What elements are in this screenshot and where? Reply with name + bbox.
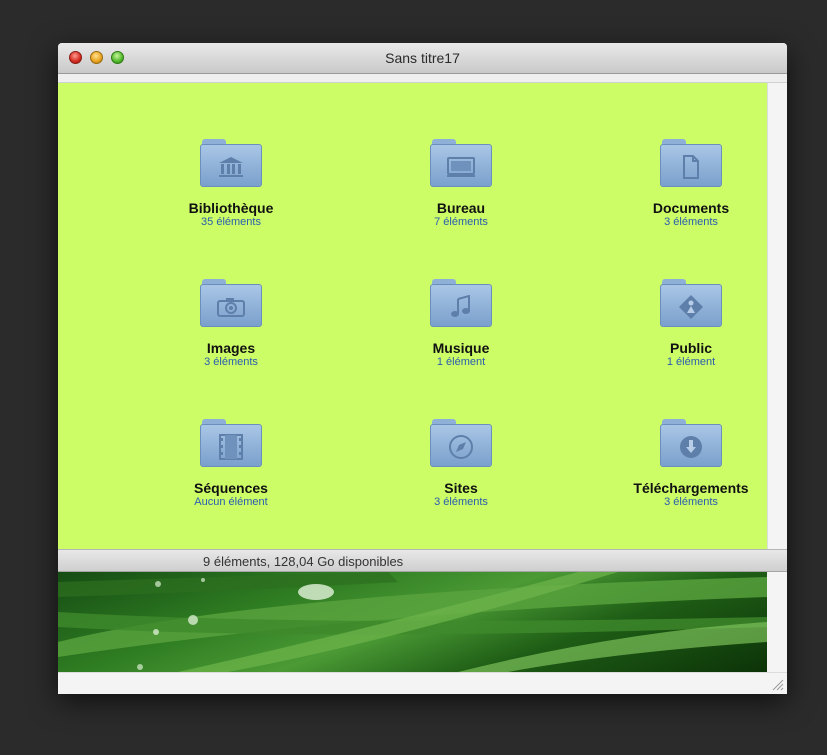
vertical-scrollbar[interactable]: [767, 83, 787, 549]
folder-name: Public: [669, 340, 712, 356]
folder-item-telechargements[interactable]: Téléchargements 3 éléments: [591, 419, 791, 509]
finder-window: Sans titre17 Bibliothèque 35 éléments Bu…: [58, 43, 787, 694]
folder-name: Images: [206, 340, 256, 356]
folder-name: Séquences: [194, 480, 268, 496]
folder-name: Documents: [652, 200, 730, 216]
folder-item-images[interactable]: Images 3 éléments: [131, 279, 331, 369]
music-icon: [430, 279, 492, 327]
folder-count: 3 éléments: [204, 356, 258, 368]
grass-background-image: [58, 572, 767, 672]
folder-count: 3 éléments: [664, 496, 718, 508]
folder-count: 7 éléments: [434, 216, 488, 228]
window-title: Sans titre17: [385, 50, 460, 66]
folder-count: Aucun élément: [194, 496, 268, 508]
film-icon: [200, 419, 262, 467]
folder-name: Bureau: [436, 200, 486, 216]
folder-item-bibliotheque[interactable]: Bibliothèque 35 éléments: [131, 139, 331, 229]
icon-view[interactable]: Bibliothèque 35 éléments Bureau 7 élémen…: [58, 83, 767, 549]
compass-icon: [430, 419, 492, 467]
folder-name: Sites: [444, 480, 478, 496]
folder-item-bureau[interactable]: Bureau 7 éléments: [361, 139, 561, 229]
folder-item-sequences[interactable]: Séquences Aucun élément: [131, 419, 331, 509]
folder-count: 35 éléments: [201, 216, 261, 228]
library-icon: [200, 139, 262, 187]
status-bar: 9 éléments, 128,04 Go disponibles: [58, 549, 787, 572]
folder-name: Téléchargements: [633, 480, 749, 496]
folder-count: 1 élément: [436, 356, 486, 368]
folder-name: Bibliothèque: [188, 200, 274, 216]
public-icon: [660, 279, 722, 327]
folder-count: 3 éléments: [434, 496, 488, 508]
folder-item-public[interactable]: Public 1 élément: [591, 279, 791, 369]
bottom-bar: [58, 672, 787, 694]
status-text: 9 éléments, 128,04 Go disponibles: [203, 554, 404, 569]
camera-icon: [200, 279, 262, 327]
resize-grip-icon[interactable]: [772, 679, 784, 691]
scrollbar-track: [767, 572, 787, 672]
folder-item-documents[interactable]: Documents 3 éléments: [591, 139, 791, 229]
folder-count: 1 élément: [666, 356, 716, 368]
folder-name: Musique: [432, 340, 490, 356]
folder-item-musique[interactable]: Musique 1 élément: [361, 279, 561, 369]
folder-item-sites[interactable]: Sites 3 éléments: [361, 419, 561, 509]
download-icon: [660, 419, 722, 467]
folder-count: 3 éléments: [664, 216, 718, 228]
document-icon: [660, 139, 722, 187]
toolbar-strip: [58, 74, 787, 83]
title-bar[interactable]: Sans titre17: [58, 43, 787, 74]
desktop-icon: [430, 139, 492, 187]
